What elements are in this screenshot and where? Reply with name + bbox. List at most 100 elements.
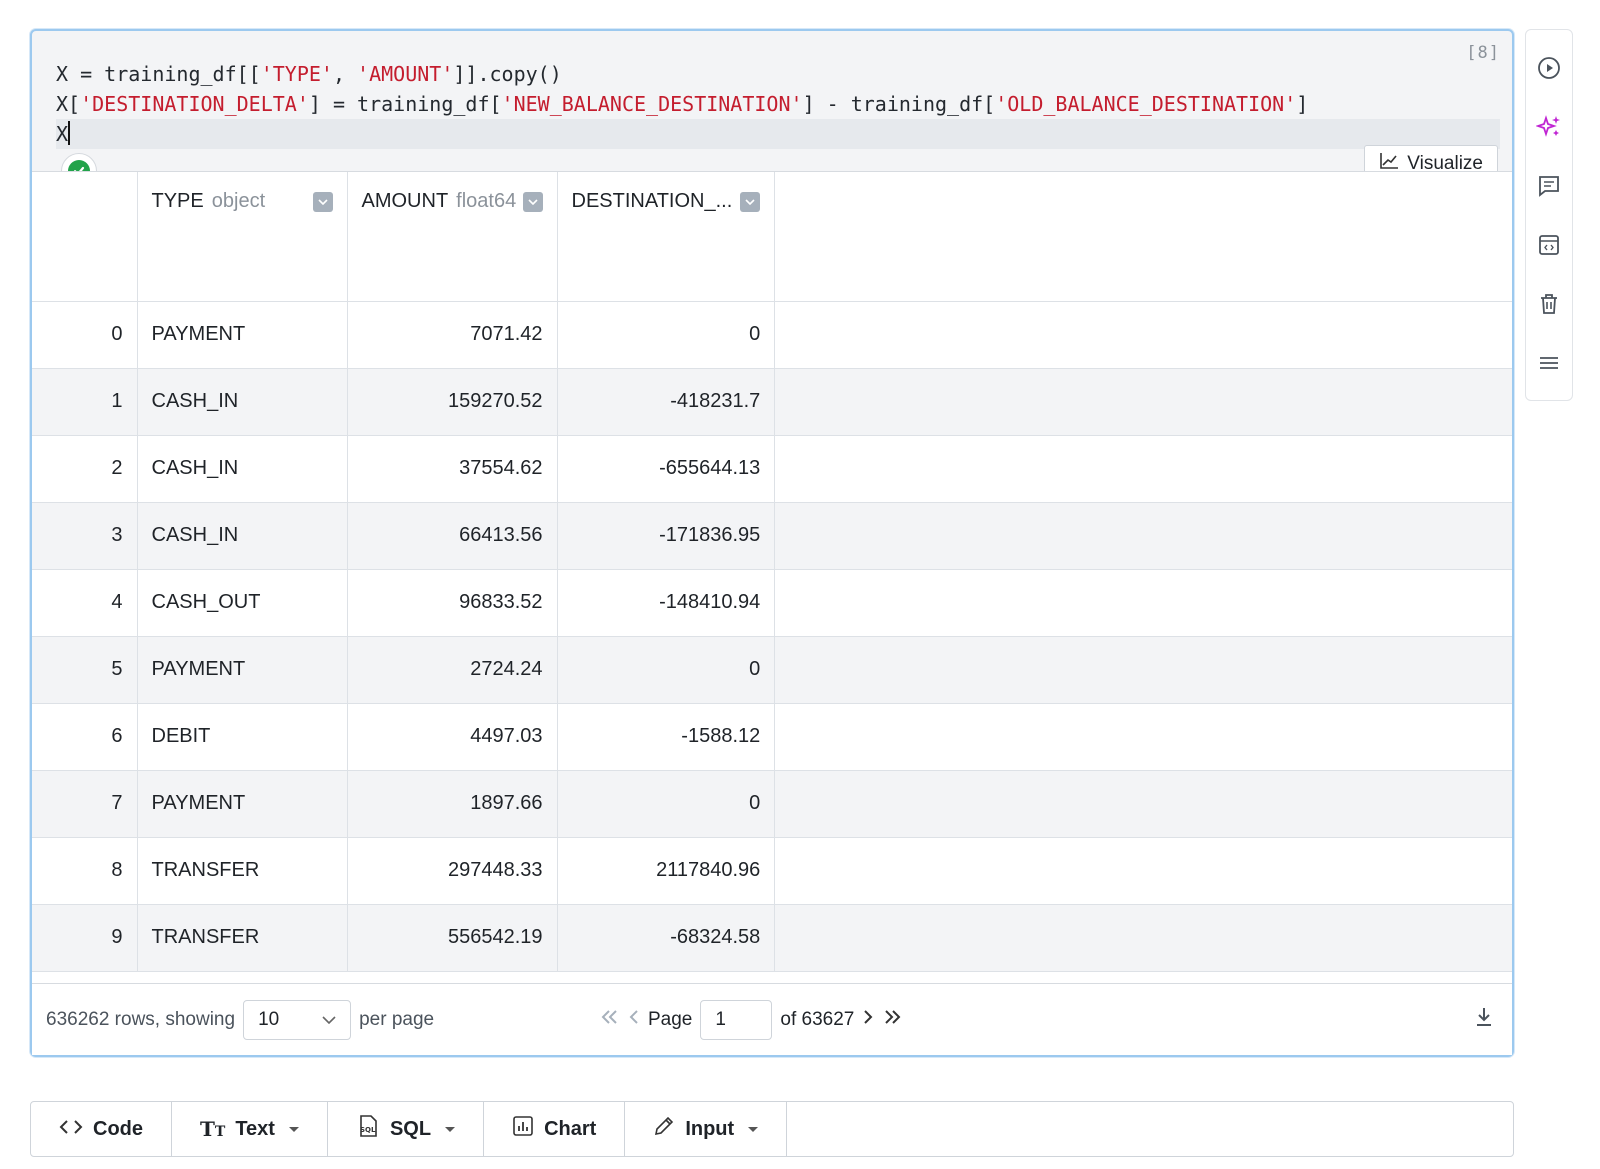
column-menu-button[interactable] [312, 191, 333, 212]
empty-cell [774, 703, 1512, 771]
table-row: 5 PAYMENT 2724.24 0 [32, 636, 1512, 704]
row-index: 4 [32, 569, 138, 637]
index-header [32, 172, 138, 302]
empty-cell [774, 301, 1512, 369]
cell-amount: 7071.42 [347, 301, 558, 369]
column-header-type[interactable]: TYPE object [137, 172, 348, 302]
cell-destination-delta: -655644.13 [557, 435, 776, 503]
cell-type: PAYMENT [137, 636, 348, 704]
add-input-button[interactable]: Input [625, 1102, 788, 1156]
cell-amount: 4497.03 [347, 703, 558, 771]
text-format-icon: TT [200, 1117, 226, 1141]
empty-cell [774, 636, 1512, 704]
table-row: 2 CASH_IN 37554.62 -655644.13 [32, 435, 1512, 503]
table-header-row: TYPE object AMOUNT float64 DESTINATION_... [32, 172, 1512, 302]
cell-type: PAYMENT [137, 301, 348, 369]
chevron-down-icon [317, 198, 328, 205]
caret-down-icon [748, 1126, 759, 1132]
comment-icon[interactable] [1535, 172, 1563, 200]
chevron-down-icon [322, 1015, 336, 1024]
column-menu-button[interactable] [522, 191, 543, 212]
cell-amount: 37554.62 [347, 435, 558, 503]
add-chart-button[interactable]: Chart [484, 1102, 626, 1156]
trash-icon[interactable] [1535, 290, 1563, 318]
menu-icon[interactable] [1535, 349, 1563, 377]
text-cursor [68, 121, 71, 145]
table-row: 3 CASH_IN 66413.56 -171836.95 [32, 502, 1512, 570]
first-page-icon[interactable] [600, 1009, 620, 1031]
row-count-text: 636262 rows, showing [46, 1008, 236, 1030]
cell-amount: 556542.19 [347, 904, 558, 972]
table-row: 8 TRANSFER 297448.33 2117840.96 [32, 837, 1512, 905]
dataframe-table: TYPE object AMOUNT float64 DESTINATION_... [32, 172, 1512, 972]
code-token: ] = training_df[ [308, 92, 502, 116]
add-sql-button[interactable]: SQL SQL [328, 1102, 485, 1156]
table-row: 6 DEBIT 4497.03 -1588.12 [32, 703, 1512, 771]
code-string-token: 'TYPE' [260, 62, 333, 86]
row-index: 1 [32, 368, 138, 436]
empty-header [774, 172, 1512, 302]
code-token: ] [1296, 92, 1309, 116]
code-editor[interactable]: X = training_df[['TYPE', 'AMOUNT']].copy… [56, 59, 1500, 149]
code-line[interactable]: X [56, 119, 1500, 149]
svg-text:SQL: SQL [360, 1126, 376, 1134]
page-label: Page [648, 1008, 693, 1030]
row-index: 3 [32, 502, 138, 570]
row-index: 5 [32, 636, 138, 704]
page-size-select[interactable]: 10 [243, 999, 352, 1040]
chevron-down-icon [745, 198, 755, 205]
column-menu-button[interactable] [740, 191, 761, 212]
cell-type: CASH_IN [137, 435, 348, 503]
run-icon[interactable] [1535, 54, 1563, 82]
code-embed-icon[interactable] [1535, 231, 1563, 259]
cell-destination-delta: -1588.12 [557, 703, 776, 771]
add-code-button[interactable]: Code [31, 1102, 172, 1156]
cell-destination-delta: 0 [557, 301, 776, 369]
caret-down-icon [288, 1126, 299, 1132]
add-chart-label: Chart [544, 1117, 597, 1140]
code-brackets-icon [59, 1118, 83, 1141]
add-text-button[interactable]: TT Text [172, 1102, 328, 1156]
pagination-bar: 636262 rows, showing 10 per page Page 1 … [32, 983, 1512, 1055]
chevron-down-icon [527, 198, 538, 205]
row-index: 7 [32, 770, 138, 838]
empty-cell [774, 770, 1512, 838]
column-dtype: float64 [456, 190, 517, 212]
column-header-destination[interactable]: DESTINATION_... [557, 172, 776, 302]
code-line[interactable]: X['DESTINATION_DELTA'] = training_df['NE… [56, 89, 1500, 119]
code-token: , [332, 62, 358, 86]
page-number-input[interactable]: 1 [700, 999, 773, 1040]
prev-page-icon[interactable] [628, 1009, 640, 1031]
cell-type: TRANSFER [137, 904, 348, 972]
cell-destination-delta: -148410.94 [557, 569, 776, 637]
cell-destination-delta: -171836.95 [557, 502, 776, 570]
cell-destination-delta: -68324.58 [557, 904, 776, 972]
last-page-icon[interactable] [882, 1009, 902, 1031]
page-size-value: 10 [258, 1008, 280, 1030]
sql-icon: SQL [356, 1114, 380, 1144]
column-header-amount[interactable]: AMOUNT float64 [347, 172, 558, 302]
code-string-token: 'OLD_BALANCE_DESTINATION' [995, 92, 1297, 116]
code-cell[interactable]: [8] X = training_df[['TYPE', 'AMOUNT']].… [30, 29, 1514, 1057]
next-page-icon[interactable] [862, 1009, 874, 1031]
empty-cell [774, 837, 1512, 905]
add-sql-label: SQL [389, 1117, 432, 1140]
cell-type: PAYMENT [137, 770, 348, 838]
column-name: DESTINATION_... [571, 190, 733, 212]
column-name: TYPE [151, 190, 204, 212]
ai-sparkle-icon[interactable] [1535, 113, 1563, 141]
per-page-label: per page [359, 1008, 435, 1030]
cell-side-toolbar [1525, 29, 1573, 401]
row-index: 0 [32, 301, 138, 369]
code-line[interactable]: X = training_df[['TYPE', 'AMOUNT']].copy… [56, 59, 1500, 89]
empty-cell [774, 569, 1512, 637]
code-token: ] - training_df[ [802, 92, 996, 116]
table-row: 4 CASH_OUT 96833.52 -148410.94 [32, 569, 1512, 637]
cell-destination-delta: -418231.7 [557, 368, 776, 436]
page-total-text: of 63627 [780, 1008, 855, 1030]
download-icon[interactable] [1474, 1006, 1494, 1034]
code-token: ]].copy() [453, 62, 562, 86]
add-text-label: Text [235, 1117, 275, 1140]
cell-destination-delta: 0 [557, 770, 776, 838]
bar-chart-icon [512, 1115, 534, 1143]
